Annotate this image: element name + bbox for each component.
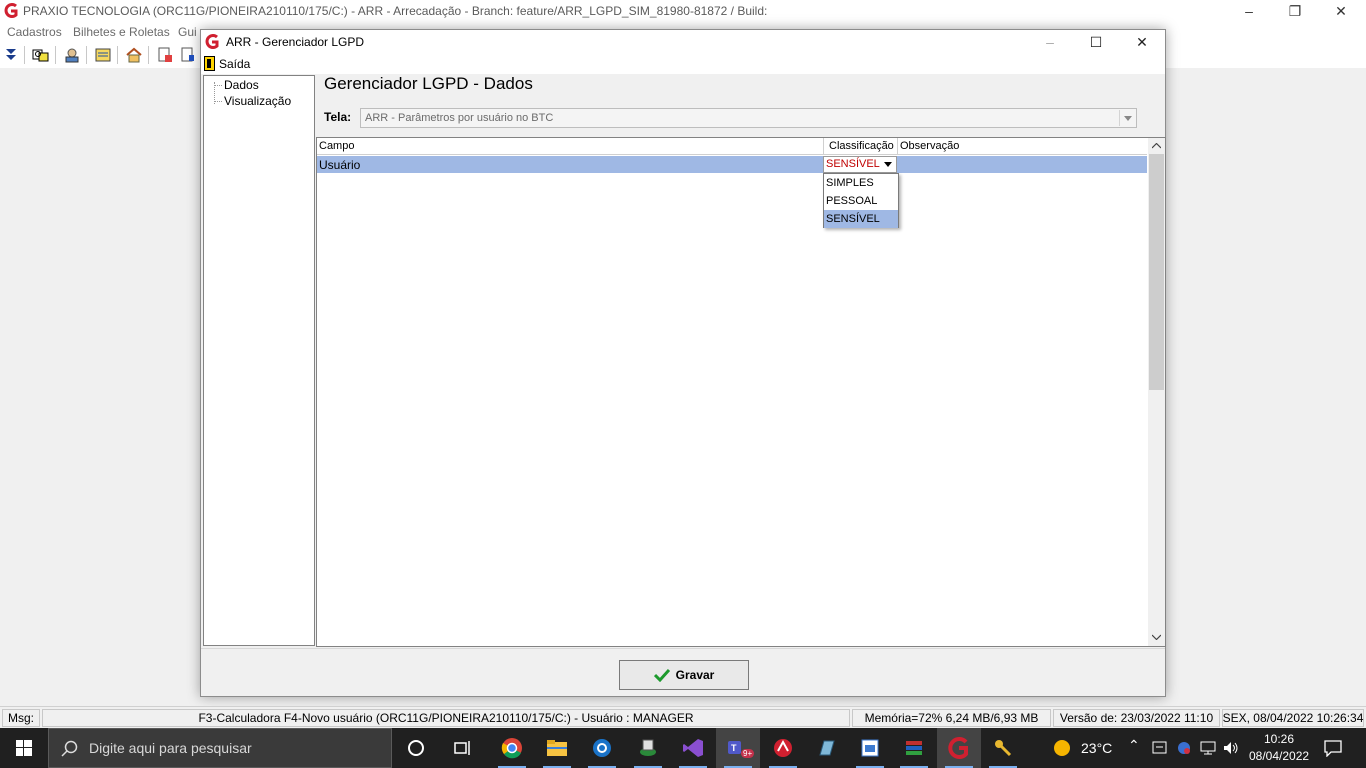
dialog-title: ARR - Gerenciador LGPD xyxy=(226,35,365,49)
app-title: PRAXIO TECNOLOGIA (ORC11G/PIONEIRA210110… xyxy=(23,4,768,18)
option-simples[interactable]: SIMPLES xyxy=(824,174,898,192)
praxio-app-icon[interactable] xyxy=(937,728,981,768)
chrome-icon[interactable] xyxy=(490,728,534,768)
grid-vertical-scrollbar[interactable] xyxy=(1148,138,1165,646)
chevron-down-icon[interactable] xyxy=(1119,110,1135,126)
windows-start-icon[interactable] xyxy=(0,728,48,768)
dialog-minimize-button[interactable]: – xyxy=(1027,30,1073,54)
dialog-title-bar: ARR - Gerenciador LGPD – ☐ ✕ xyxy=(201,30,1165,54)
weather-temperature[interactable]: 23°C xyxy=(1081,740,1112,756)
paint-app-icon[interactable] xyxy=(848,728,892,768)
gravar-button-label: Gravar xyxy=(675,668,715,682)
option-sensivel[interactable]: SENSÍVEL xyxy=(824,210,898,228)
tela-label: Tela: xyxy=(324,110,352,124)
menu-saida-label: Saída xyxy=(219,56,251,71)
file-explorer-icon[interactable] xyxy=(535,728,579,768)
search-records-icon[interactable] xyxy=(31,45,51,65)
tray-security-icon[interactable] xyxy=(1176,740,1192,756)
document-icon[interactable] xyxy=(155,45,175,65)
clock-date[interactable]: 08/04/2022 xyxy=(1249,749,1309,763)
classificacao-dropdown-list: SIMPLES PESSOAL SENSÍVEL xyxy=(823,173,899,228)
cell-campo[interactable]: Usuário xyxy=(319,158,360,172)
scroll-down-icon[interactable] xyxy=(1148,629,1165,645)
svg-text:T: T xyxy=(731,743,737,753)
clock-time[interactable]: 10:26 xyxy=(1264,732,1294,746)
status-main: F3-Calculadora F4-Novo usuário (ORC11G/P… xyxy=(42,709,850,727)
notification-center-icon[interactable] xyxy=(1323,739,1343,757)
app-restore-button[interactable]: ❐ xyxy=(1272,0,1318,22)
scroll-up-icon[interactable] xyxy=(1148,138,1165,154)
app-title-bar: PRAXIO TECNOLOGIA (ORC11G/PIONEIRA210110… xyxy=(0,0,1366,22)
status-bar: Msg: F3-Calculadora F4-Novo usuário (ORC… xyxy=(0,706,1366,728)
weather-sun-icon[interactable] xyxy=(1052,738,1072,758)
volume-icon[interactable] xyxy=(1222,740,1240,756)
praxio-logo-icon xyxy=(205,34,219,49)
keys-app-icon[interactable] xyxy=(981,728,1025,768)
export-icon[interactable] xyxy=(178,45,198,65)
taskbar: Digite aqui para pesquisar T 9+ 23°C ⌃ 1… xyxy=(0,728,1366,768)
teams-badge: 9+ xyxy=(741,749,755,758)
network-icon[interactable] xyxy=(1199,740,1217,756)
page-title: Gerenciador LGPD - Dados xyxy=(324,74,533,93)
scrollbar-thumb[interactable] xyxy=(1149,154,1164,390)
exit-door-icon xyxy=(204,56,215,71)
checkmark-icon xyxy=(653,668,670,682)
menu-guia[interactable]: Gui xyxy=(178,25,197,39)
dialog-footer: Gravar xyxy=(201,648,1165,696)
home-icon[interactable] xyxy=(124,45,144,65)
menu-bilhetes-roletas[interactable]: Bilhetes e Roletas xyxy=(73,25,170,39)
user-settings-icon[interactable] xyxy=(62,45,82,65)
app-close-button[interactable]: ✕ xyxy=(1318,0,1364,22)
menu-saida[interactable]: Saída xyxy=(204,56,250,71)
tree-item-visualizacao[interactable]: Visualização xyxy=(224,94,291,108)
column-header-campo[interactable]: Campo xyxy=(319,140,354,152)
dialog-menu-bar: Saída xyxy=(201,54,1165,74)
chevron-down-icon[interactable] xyxy=(880,157,896,172)
tray-network-drive-icon[interactable] xyxy=(1152,740,1168,756)
classificacao-combobox[interactable]: SENSÍVEL xyxy=(823,156,897,173)
tree-item-dados[interactable]: Dados xyxy=(224,78,259,92)
gravar-button[interactable]: Gravar xyxy=(619,660,749,690)
classificacao-value: SENSÍVEL xyxy=(826,158,880,170)
column-header-classificacao[interactable]: Classificação xyxy=(829,140,894,152)
teams-icon[interactable]: T 9+ xyxy=(716,728,760,768)
search-placeholder: Digite aqui para pesquisar xyxy=(89,740,252,756)
tela-select[interactable]: ARR - Parâmetros por usuário no BTC xyxy=(360,108,1137,128)
visual-studio-icon[interactable] xyxy=(671,728,715,768)
notes-app-icon[interactable] xyxy=(805,728,849,768)
task-view-icon[interactable] xyxy=(441,728,485,768)
fields-grid: Campo Classificação Observação Usuário S… xyxy=(316,137,1166,647)
app-minimize-button[interactable]: – xyxy=(1226,0,1272,22)
database-tool-icon[interactable] xyxy=(626,728,670,768)
status-version: Versão de: 23/03/2022 11:10 xyxy=(1053,709,1220,727)
outlook-icon[interactable] xyxy=(580,728,624,768)
menu-cadastros[interactable]: Cadastros xyxy=(7,25,62,39)
search-icon xyxy=(61,740,78,757)
archive-app-icon[interactable] xyxy=(892,728,936,768)
status-msg-label: Msg: xyxy=(2,709,40,727)
report-icon[interactable] xyxy=(93,45,113,65)
praxio-logo-icon xyxy=(4,3,18,18)
tray-expand-icon[interactable]: ⌃ xyxy=(1128,737,1140,754)
dialog-maximize-button[interactable]: ☐ xyxy=(1073,30,1119,54)
column-header-observacao[interactable]: Observação xyxy=(900,140,959,152)
lgpd-dialog: ARR - Gerenciador LGPD – ☐ ✕ Saída Dados… xyxy=(200,29,1166,697)
tela-select-value: ARR - Parâmetros por usuário no BTC xyxy=(365,112,554,124)
cortana-icon[interactable] xyxy=(394,728,438,768)
expand-down-icon[interactable] xyxy=(1,45,21,65)
grid-header: Campo Classificação Observação xyxy=(317,138,1147,155)
taskbar-search-input[interactable]: Digite aqui para pesquisar xyxy=(48,728,392,768)
status-memory: Memória=72% 6,24 MB/6,93 MB xyxy=(852,709,1051,727)
navigation-tree: Dados Visualização xyxy=(203,75,315,646)
table-row[interactable]: Usuário SENSÍVEL xyxy=(317,156,1147,173)
dialog-close-button[interactable]: ✕ xyxy=(1119,30,1165,54)
status-datetime: SEX, 08/04/2022 10:26:34 xyxy=(1222,709,1364,727)
app-red-icon[interactable] xyxy=(761,728,805,768)
option-pessoal[interactable]: PESSOAL xyxy=(824,192,898,210)
